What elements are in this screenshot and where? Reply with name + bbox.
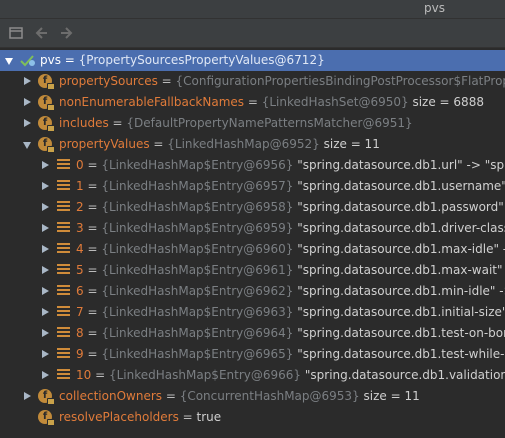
expand-toggle-icon[interactable] (5, 58, 13, 65)
expand-toggle-icon[interactable] (42, 224, 49, 232)
list-item[interactable]: 7 = {LinkedHashMap$Entry@6963} "spring.d… (0, 302, 505, 323)
tree-row-pvs[interactable]: pvs = {PropertySourcesPropertyValues@671… (0, 50, 505, 71)
expand-toggle-icon[interactable] (42, 161, 49, 169)
field-icon: f (38, 137, 55, 153)
list-item[interactable]: 4 = {LinkedHashMap$Entry@6960} "spring.d… (0, 239, 505, 260)
tree-row-resolve-placeholders[interactable]: f resolvePlaceholders = true (0, 407, 505, 428)
expand-toggle-icon[interactable] (24, 98, 31, 106)
expand-toggle-icon[interactable] (42, 266, 49, 274)
field-icon: f (38, 389, 55, 405)
tree-row-includes[interactable]: f includes = {DefaultPropertyNamePattern… (0, 113, 505, 134)
map-entry-icon (57, 348, 70, 360)
expand-toggle-icon[interactable] (42, 203, 49, 211)
title-bar: pvs (0, 0, 505, 19)
map-entry-icon (57, 369, 70, 381)
expand-toggle-icon[interactable] (42, 350, 49, 358)
map-entry-icon (57, 285, 70, 297)
expand-toggle-icon[interactable] (42, 308, 49, 316)
expand-toggle-icon[interactable] (42, 329, 49, 337)
expand-toggle-icon[interactable] (24, 119, 31, 127)
list-item[interactable]: 0 = {LinkedHashMap$Entry@6956} "spring.d… (0, 155, 505, 176)
forward-arrow-icon[interactable] (57, 24, 75, 42)
tree-row-property-sources[interactable]: f propertySources = {ConfigurationProper… (0, 71, 505, 92)
field-icon: f (38, 116, 55, 132)
expand-toggle-icon[interactable] (24, 77, 31, 85)
layout-icon[interactable] (7, 24, 25, 42)
list-item[interactable]: 10 = {LinkedHashMap$Entry@6966} "spring.… (0, 365, 505, 386)
expand-toggle-icon[interactable] (42, 371, 49, 379)
expand-toggle-icon[interactable] (42, 287, 49, 295)
field-icon: f (38, 74, 55, 90)
tree-row-non-enumerable-fallback-names[interactable]: f nonEnumerableFallbackNames = {LinkedHa… (0, 92, 505, 113)
variable-type: {PropertySourcesPropertyValues@6712} (78, 53, 325, 67)
variables-tree: pvs = {PropertySourcesPropertyValues@671… (0, 48, 505, 438)
expand-toggle-icon[interactable] (24, 392, 31, 400)
list-item[interactable]: 8 = {LinkedHashMap$Entry@6964} "spring.d… (0, 323, 505, 344)
tree-row-property-values[interactable]: f propertyValues = {LinkedHashMap@6952} … (0, 134, 505, 155)
field-icon: f (38, 95, 55, 111)
map-entry-icon (57, 306, 70, 318)
variable-name: pvs (40, 53, 61, 67)
map-entry-icon (57, 243, 70, 255)
list-item[interactable]: 1 = {LinkedHashMap$Entry@6957} "spring.d… (0, 176, 505, 197)
list-item[interactable]: 3 = {LinkedHashMap$Entry@6959} "spring.d… (0, 218, 505, 239)
map-entry-icon (57, 222, 70, 234)
tree-row-collection-owners[interactable]: f collectionOwners = {ConcurrentHashMap@… (0, 386, 505, 407)
list-item[interactable]: 5 = {LinkedHashMap$Entry@6961} "spring.d… (0, 260, 505, 281)
map-entry-icon (57, 180, 70, 192)
expand-toggle-icon[interactable] (42, 245, 49, 253)
expand-toggle-icon[interactable] (23, 142, 31, 149)
field-icon: f (38, 410, 55, 426)
map-entry-icon (57, 264, 70, 276)
window-title: pvs (424, 1, 445, 15)
back-arrow-icon[interactable] (33, 24, 51, 42)
map-entry-icon (57, 327, 70, 339)
list-item[interactable]: 2 = {LinkedHashMap$Entry@6958} "spring.d… (0, 197, 505, 218)
expand-toggle-icon[interactable] (42, 182, 49, 190)
watch-variable-icon (20, 54, 36, 70)
list-item[interactable]: 9 = {LinkedHashMap$Entry@6965} "spring.d… (0, 344, 505, 365)
list-item[interactable]: 6 = {LinkedHashMap$Entry@6962} "spring.d… (0, 281, 505, 302)
map-entry-icon (57, 201, 70, 213)
debugger-toolbar (0, 19, 505, 48)
map-entry-icon (57, 159, 70, 171)
